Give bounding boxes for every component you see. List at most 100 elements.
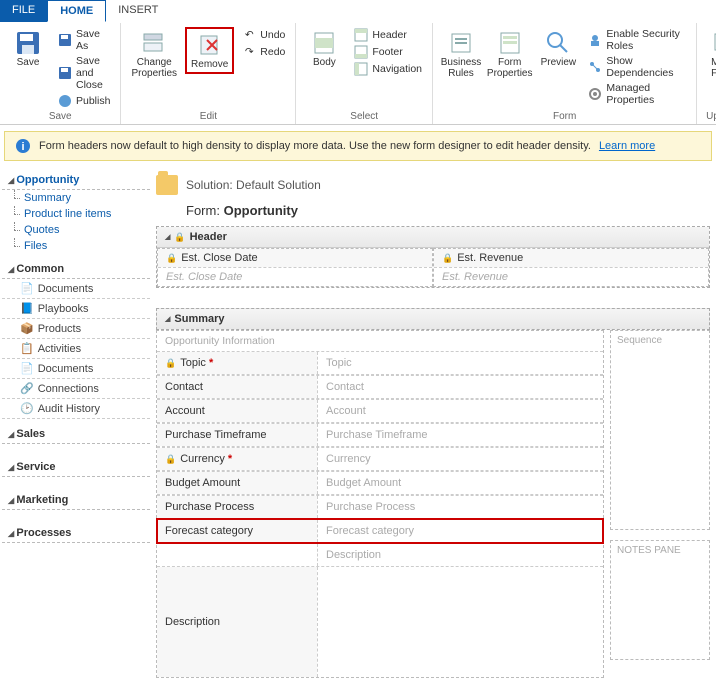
audit-icon: 🕑 <box>20 402 34 415</box>
group-form-label: Form <box>553 109 576 122</box>
sidebar-opportunity[interactable]: Opportunity <box>2 171 150 190</box>
undo-icon: ↶ <box>242 28 256 42</box>
undo-button[interactable]: ↶Undo <box>238 27 289 43</box>
sidebar-item-connections[interactable]: 🔗Connections <box>2 379 150 399</box>
sidebar-sales[interactable]: Sales <box>2 425 150 444</box>
field-account[interactable]: AccountAccount <box>157 399 603 423</box>
header-section[interactable]: Header <box>157 227 709 248</box>
doc-icon: 📄 <box>20 282 34 295</box>
lock-icon <box>174 231 185 243</box>
learn-more-link[interactable]: Learn more <box>599 140 655 152</box>
change-properties-button[interactable]: Change Properties <box>127 27 181 81</box>
field-description-ph[interactable]: Description <box>157 543 603 566</box>
summary-section[interactable]: Summary <box>156 308 710 330</box>
sidebar-item-documents2[interactable]: 📄Documents <box>2 359 150 379</box>
field-currency[interactable]: CurrencyCurrency <box>157 447 603 471</box>
connect-icon: 🔗 <box>20 382 34 395</box>
sidebar-item-quotes[interactable]: Quotes <box>2 222 150 238</box>
merge-icon <box>711 29 716 57</box>
sidebar-item-activities[interactable]: 📋Activities <box>2 339 150 359</box>
navigation-button[interactable]: Navigation <box>350 61 426 77</box>
doc-icon: 📄 <box>20 362 34 375</box>
preview-icon <box>544 29 572 57</box>
field-budget-amount[interactable]: Budget AmountBudget Amount <box>157 471 603 495</box>
publish-icon <box>58 94 72 108</box>
product-icon: 📦 <box>20 322 34 335</box>
redo-icon: ↷ <box>242 45 256 59</box>
save-and-close-button[interactable]: Save and Close <box>54 54 114 92</box>
field-revenue[interactable]: Est. Revenue Est. Revenue <box>433 248 709 287</box>
save-icon <box>14 29 42 57</box>
svg-text:i: i <box>21 141 24 153</box>
tab-insert[interactable]: INSERT <box>106 0 170 22</box>
sidebar-marketing[interactable]: Marketing <box>2 491 150 510</box>
opp-info-label: Opportunity Information <box>157 331 603 351</box>
merge-forms-button[interactable]: Merge Forms <box>703 27 716 81</box>
save-as-icon <box>58 33 72 47</box>
field-description[interactable]: Description <box>157 566 603 677</box>
field-purchase-process[interactable]: Purchase ProcessPurchase Process <box>157 495 603 519</box>
field-topic[interactable]: TopicTopic <box>157 351 603 375</box>
security-icon <box>588 33 602 47</box>
deps-icon <box>588 60 602 74</box>
info-text: Form headers now default to high density… <box>39 140 591 152</box>
preview-button[interactable]: Preview <box>536 27 580 70</box>
redo-button[interactable]: ↷Redo <box>238 44 289 60</box>
business-rules-button[interactable]: Business Rules <box>439 27 483 81</box>
footer-button[interactable]: Footer <box>350 44 426 60</box>
playbook-icon: 📘 <box>20 302 34 315</box>
sidebar-item-audit[interactable]: 🕑Audit History <box>2 399 150 419</box>
form-props-icon <box>496 29 524 57</box>
field-contact[interactable]: ContactContact <box>157 375 603 399</box>
field-purchase-timeframe[interactable]: Purchase TimeframePurchase Timeframe <box>157 423 603 447</box>
sidebar-service[interactable]: Service <box>2 458 150 477</box>
sequence-pane[interactable]: Sequence <box>610 330 710 530</box>
notes-pane[interactable]: NOTES PANE <box>610 540 710 660</box>
form-properties-button[interactable]: Form Properties <box>487 27 532 81</box>
lock-icon <box>166 252 177 264</box>
info-icon: i <box>15 138 31 154</box>
tab-home[interactable]: HOME <box>47 0 106 22</box>
save-close-icon <box>58 66 72 80</box>
group-select-label: Select <box>350 109 378 122</box>
group-save-label: Save <box>49 109 72 122</box>
sidebar-item-summary[interactable]: Summary <box>2 190 150 206</box>
footer-icon <box>354 45 368 59</box>
sidebar-item-documents[interactable]: 📄Documents <box>2 279 150 299</box>
tab-file[interactable]: FILE <box>0 0 47 22</box>
sidebar-item-product-line[interactable]: Product line items <box>2 206 150 222</box>
solution-label: Solution: Default Solution <box>186 178 321 192</box>
field-forecast-category[interactable]: Forecast categoryForecast category <box>157 519 603 543</box>
field-close-date[interactable]: Est. Close Date Est. Close Date <box>157 248 433 287</box>
show-deps-button[interactable]: Show Dependencies <box>584 54 690 80</box>
folder-icon <box>156 175 178 195</box>
form-name: Opportunity <box>224 203 298 218</box>
form-prefix: Form: <box>186 203 220 218</box>
group-edit-label: Edit <box>200 109 217 122</box>
remove-button[interactable]: Remove <box>187 29 232 72</box>
publish-button[interactable]: Publish <box>54 93 114 109</box>
header-icon <box>354 28 368 42</box>
sidebar-item-files[interactable]: Files <box>2 238 150 254</box>
sidebar-common[interactable]: Common <box>2 260 150 279</box>
save-button[interactable]: Save <box>6 27 50 70</box>
sidebar-processes[interactable]: Processes <box>2 524 150 543</box>
lock-icon <box>165 453 176 465</box>
enable-security-button[interactable]: Enable Security Roles <box>584 27 690 53</box>
body-icon <box>310 29 338 57</box>
sidebar-item-playbooks[interactable]: 📘Playbooks <box>2 299 150 319</box>
group-upgrade-label: Upgrade <box>706 109 716 122</box>
body-button[interactable]: Body <box>302 27 346 70</box>
navigation-icon <box>354 62 368 76</box>
info-bar: i Form headers now default to high densi… <box>4 131 712 161</box>
sidebar: Opportunity Summary Product line items Q… <box>0 167 150 682</box>
managed-icon <box>588 87 602 101</box>
header-button[interactable]: Header <box>350 27 426 43</box>
properties-icon <box>140 29 168 57</box>
save-as-button[interactable]: Save As <box>54 27 114 53</box>
activity-icon: 📋 <box>20 342 34 355</box>
sidebar-item-products[interactable]: 📦Products <box>2 319 150 339</box>
managed-props-button[interactable]: Managed Properties <box>584 81 690 107</box>
lock-icon <box>165 357 176 369</box>
remove-icon <box>196 31 224 59</box>
